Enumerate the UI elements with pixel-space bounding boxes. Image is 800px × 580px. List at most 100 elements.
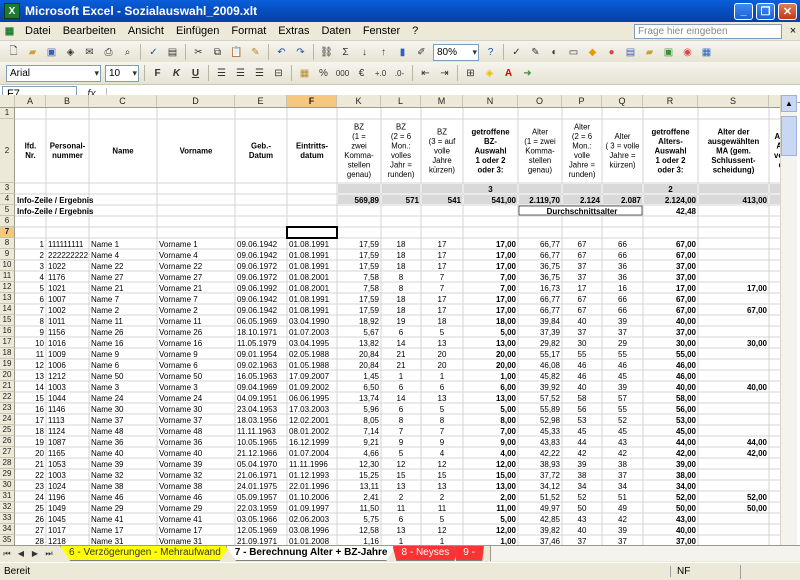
cell-K22[interactable]: 13,74: [359, 394, 380, 403]
first-sheet-arrow-icon[interactable]: ⏮: [0, 546, 14, 561]
cell-F30[interactable]: 22.01.1996: [289, 482, 330, 491]
cell-R12[interactable]: 17,00: [676, 284, 697, 293]
cell-A10[interactable]: 3: [40, 262, 45, 271]
row-header-29[interactable]: 29: [0, 469, 15, 480]
cell-R18[interactable]: 55,00: [676, 350, 697, 359]
chart-wizard-icon[interactable]: ▮: [394, 44, 411, 61]
cell-B33[interactable]: 1045: [48, 515, 66, 524]
cell-F8[interactable]: 01.08.1991: [289, 240, 330, 249]
cell-M17[interactable]: 13: [438, 339, 447, 348]
row-header-18[interactable]: 18: [0, 348, 15, 359]
cell-A27[interactable]: 20: [35, 449, 44, 458]
hyperlink-icon[interactable]: ⛓: [318, 44, 335, 61]
cell-A14[interactable]: 7: [40, 306, 45, 315]
cell-E31[interactable]: 05.09.1957: [237, 493, 278, 502]
cell-A9[interactable]: 2: [40, 251, 45, 260]
underline-button[interactable]: U: [187, 65, 204, 82]
cell-K16[interactable]: 5,67: [363, 328, 379, 337]
cell-E24[interactable]: 18.03.1956: [237, 416, 278, 425]
toolbar-icon-a[interactable]: ✓: [508, 44, 525, 61]
toolbar-icon-k[interactable]: ▦: [698, 44, 715, 61]
cell-K28[interactable]: 12,30: [359, 460, 380, 469]
cell-B29[interactable]: 1003: [48, 471, 66, 480]
cell-N14[interactable]: 17,00: [496, 306, 517, 315]
cell-Q32[interactable]: 49: [618, 504, 627, 513]
cell-A34[interactable]: 27: [35, 526, 44, 535]
cell-E2[interactable]: Geb.-Datum: [249, 142, 273, 161]
cell-F2[interactable]: Eintritts-datum: [296, 142, 328, 161]
cell-R2[interactable]: getroffene Alters-Auswahl 1 oder 2 oder 3:: [651, 127, 690, 174]
cell-C24[interactable]: Name 37: [91, 416, 124, 425]
italic-button[interactable]: K: [168, 65, 185, 82]
cell-M21[interactable]: 6: [440, 383, 445, 392]
cell-B2[interactable]: Personal-nummer: [50, 142, 86, 161]
row-header-3[interactable]: 3: [0, 183, 15, 194]
cell-B28[interactable]: 1053: [48, 460, 66, 469]
cell-R27[interactable]: 42,00: [676, 449, 697, 458]
row-header-34[interactable]: 34: [0, 524, 15, 535]
menu-help[interactable]: ?: [406, 25, 424, 37]
cell-B17[interactable]: 1016: [48, 339, 66, 348]
cell-N31[interactable]: 2,00: [500, 493, 516, 502]
column-header-O[interactable]: O: [518, 95, 562, 107]
cell-A15[interactable]: 8: [40, 317, 45, 326]
cell-C19[interactable]: Name 6: [91, 361, 120, 370]
cell-R28[interactable]: 39,00: [676, 460, 697, 469]
cell-O9[interactable]: 66,77: [540, 251, 561, 260]
row-header-12[interactable]: 12: [0, 282, 15, 293]
cell-C9[interactable]: Name 4: [91, 251, 120, 260]
cell-F31[interactable]: 01.10.2006: [289, 493, 330, 502]
cell-L29[interactable]: 15: [397, 471, 406, 480]
cell-E30[interactable]: 24.01.1975: [237, 482, 278, 491]
cell-P4[interactable]: 2.124: [580, 196, 601, 205]
cell-B13[interactable]: 1007: [48, 295, 66, 304]
cell-Q26[interactable]: 43: [618, 438, 627, 447]
maximize-button[interactable]: ❐: [756, 2, 775, 20]
cell-Q27[interactable]: 42: [618, 449, 627, 458]
cell-O4[interactable]: 2.119,70: [529, 196, 560, 205]
menu-ansicht[interactable]: Ansicht: [122, 25, 170, 37]
cell-B15[interactable]: 1011: [48, 317, 66, 326]
cell-B31[interactable]: 1196: [48, 493, 66, 502]
cell-C8[interactable]: Name 1: [91, 240, 120, 249]
zoom-select[interactable]: 80%: [433, 43, 479, 61]
row-header-25[interactable]: 25: [0, 425, 15, 436]
cell-P9[interactable]: 67: [578, 251, 587, 260]
row-header-17[interactable]: 17: [0, 337, 15, 348]
cell-D18[interactable]: Vorname 9: [159, 350, 198, 359]
cell-K35[interactable]: 1,16: [363, 537, 379, 545]
align-left-icon[interactable]: ☰: [213, 65, 230, 82]
column-header-M[interactable]: M: [421, 95, 463, 107]
row-header-27[interactable]: 27: [0, 447, 15, 458]
cell-K2[interactable]: BZ (1 = zwei Komma-stellen genau): [344, 123, 374, 180]
cell-K34[interactable]: 12,58: [359, 526, 380, 535]
cell-C27[interactable]: Name 40: [91, 449, 124, 458]
cell-D22[interactable]: Vorname 24: [159, 394, 203, 403]
cell-K27[interactable]: 4,66: [363, 449, 379, 458]
cell-Q9[interactable]: 66: [618, 251, 627, 260]
cell-R35[interactable]: 37,00: [676, 537, 697, 545]
cell-N16[interactable]: 5,00: [500, 328, 516, 337]
cell-E14[interactable]: 09.06.1942: [237, 306, 278, 315]
cell-M20[interactable]: 1: [440, 372, 445, 381]
cell-K4[interactable]: 569,89: [355, 196, 380, 205]
cell-C35[interactable]: Name 31: [91, 537, 124, 545]
help-search-input[interactable]: Frage hier eingeben: [634, 23, 782, 39]
cell-L26[interactable]: 9: [399, 438, 404, 447]
cell-D16[interactable]: Vorname 26: [159, 328, 203, 337]
cell-L11[interactable]: 8: [399, 273, 404, 282]
cell-F25[interactable]: 08.01.2002: [289, 427, 330, 436]
sort-descending-icon[interactable]: ↑: [375, 44, 392, 61]
cell-D15[interactable]: Vorname 11: [159, 317, 202, 326]
cell-M33[interactable]: 5: [440, 515, 445, 524]
redo-icon[interactable]: ↷: [292, 44, 309, 61]
cell-D8[interactable]: Vorname 1: [159, 240, 198, 249]
cell-B21[interactable]: 1003: [48, 383, 66, 392]
cell-M4[interactable]: 541: [448, 196, 462, 205]
cell-M14[interactable]: 17: [438, 306, 447, 315]
cell-O12[interactable]: 16,73: [540, 284, 561, 293]
cell-D25[interactable]: Vorname 48: [159, 427, 203, 436]
cell-F17[interactable]: 03.04.1995: [289, 339, 330, 348]
cell-L35[interactable]: 1: [399, 537, 404, 545]
cell-O24[interactable]: 52,98: [540, 416, 561, 425]
